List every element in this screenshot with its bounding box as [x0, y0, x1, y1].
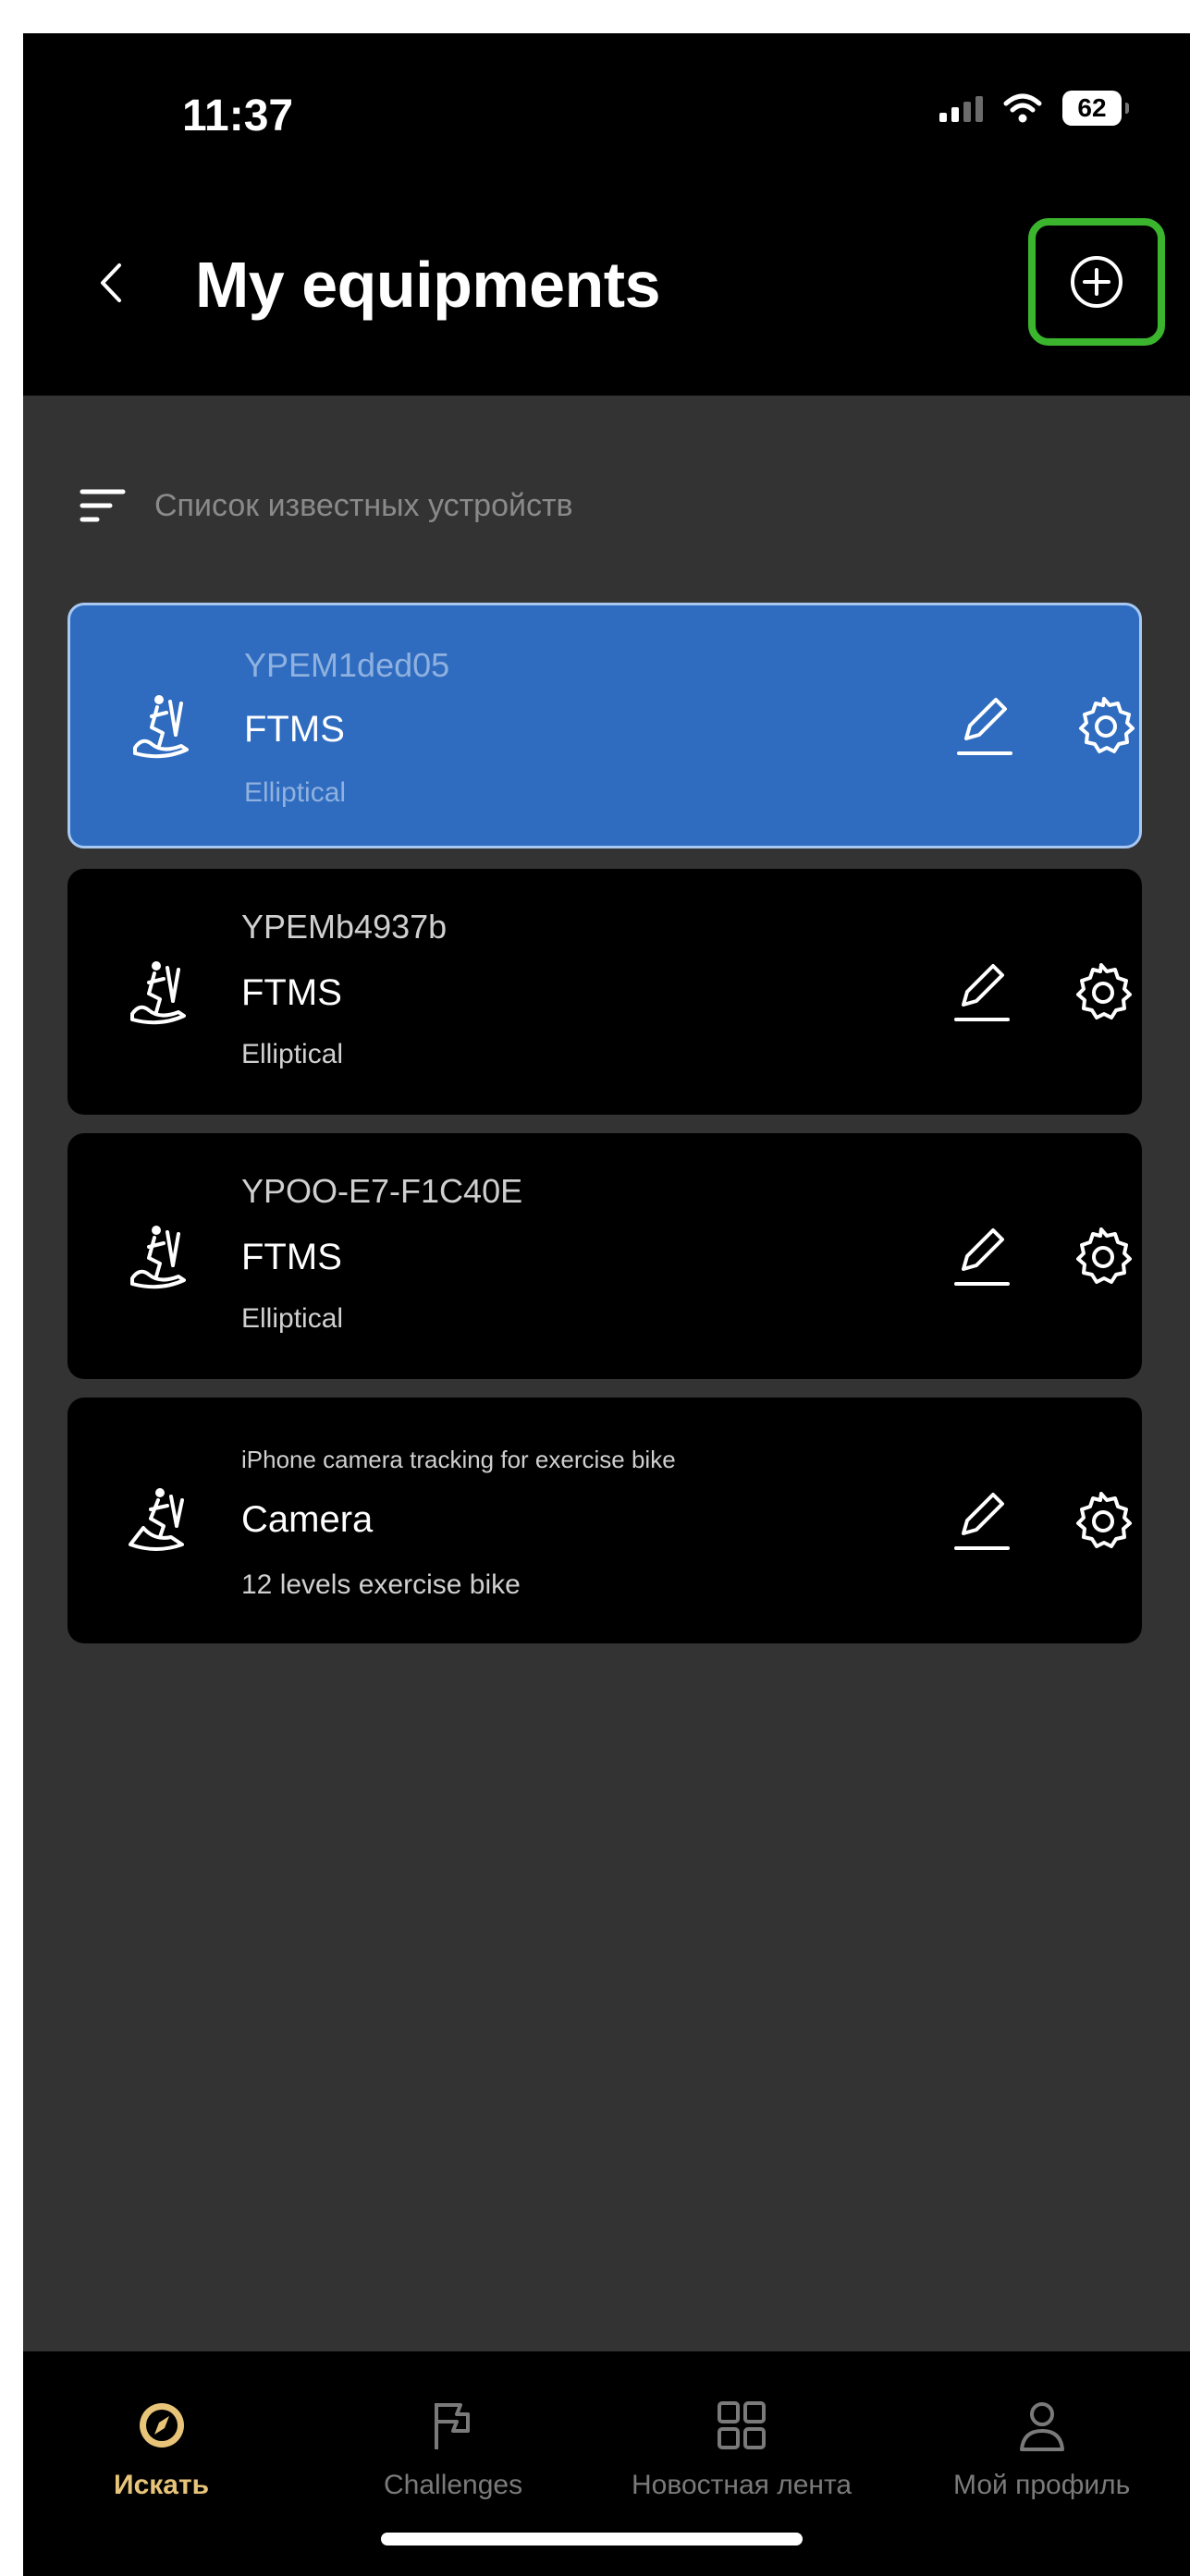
tab-challenges[interactable]: Challenges [384, 2398, 522, 2501]
pencil-icon [957, 698, 1012, 755]
sort-icon [80, 489, 126, 522]
tab-label: Искать [114, 2470, 210, 2500]
sort-filter[interactable]: Список известных устройств [79, 486, 573, 525]
tab-label: Challenges [384, 2470, 523, 2500]
status-time: 11:37 [182, 92, 294, 140]
back-button[interactable] [83, 255, 139, 311]
settings-button[interactable] [1072, 693, 1136, 758]
device-id: iPhone camera tracking for exercise bike [241, 1446, 676, 1473]
elliptical-icon [130, 961, 186, 1025]
device-protocol: FTMS [241, 1237, 342, 1277]
phone-screen: 11:37 62 My equipments Список известных … [23, 33, 1190, 2576]
device-type: 12 levels exercise bike [241, 1569, 521, 1600]
device-type: Elliptical [241, 1303, 344, 1334]
tab-label: Мой профиль [953, 2470, 1131, 2500]
gear-icon [1079, 697, 1135, 753]
device-id: YPEMb4937b [241, 908, 448, 946]
settings-button[interactable] [1069, 1488, 1134, 1553]
tab-profile[interactable]: Мой профиль [953, 2398, 1130, 2501]
wifi-icon [1003, 93, 1042, 123]
settings-button[interactable] [1069, 1224, 1134, 1288]
equipment-card-2[interactable]: YPEMb4937b FTMS Elliptical [67, 869, 1142, 1115]
exercise-bike-icon [129, 1488, 184, 1551]
elliptical-icon [130, 1226, 186, 1289]
person-icon [1019, 2402, 1064, 2451]
compass-icon [139, 2403, 184, 2448]
plus-circle-icon [1071, 256, 1123, 308]
edit-button[interactable] [951, 955, 1015, 1029]
grid-icon [718, 2401, 767, 2449]
equipment-card-4[interactable]: iPhone camera tracking for exercise bike… [67, 1398, 1142, 1643]
device-id: YPEM1ded05 [244, 646, 450, 684]
edit-button[interactable] [951, 1483, 1015, 1557]
tab-search[interactable]: Искать [114, 2398, 209, 2501]
device-type: Elliptical [244, 777, 347, 808]
add-equipment-button[interactable] [1028, 218, 1165, 346]
chevron-left-icon [101, 263, 121, 302]
pencil-icon [954, 1228, 1010, 1286]
filter-label: Список известных устройств [154, 487, 573, 523]
device-id: YPOO-E7-F1C40E [241, 1172, 523, 1210]
tab-news-feed[interactable]: Новостная лента [632, 2398, 852, 2501]
equipment-card-3[interactable]: YPOO-E7-F1C40E FTMS Elliptical [67, 1133, 1142, 1379]
settings-button[interactable] [1069, 959, 1134, 1024]
status-icons: 62 [939, 91, 1129, 126]
home-indicator [381, 2533, 803, 2545]
flag-icon [435, 2403, 471, 2449]
gear-icon [1076, 963, 1132, 1019]
device-type: Elliptical [241, 1039, 344, 1069]
pencil-icon [954, 964, 1010, 1021]
elliptical-icon [133, 695, 189, 759]
tab-label: Новостная лента [632, 2470, 853, 2500]
edit-button[interactable] [951, 1219, 1015, 1293]
top-bar: 11:37 62 My equipments [23, 33, 1190, 396]
device-protocol: FTMS [241, 972, 342, 1013]
edit-button[interactable] [953, 689, 1018, 763]
battery-icon: 62 [1062, 91, 1129, 126]
gear-icon [1076, 1492, 1132, 1548]
device-protocol: FTMS [244, 709, 345, 750]
page-title: My equipments [195, 249, 661, 321]
cellular-signal-icon [939, 94, 983, 122]
equipment-card-1[interactable]: YPEM1ded05 FTMS Elliptical [67, 603, 1142, 848]
pencil-icon [954, 1493, 1010, 1550]
device-protocol: Camera [241, 1499, 374, 1540]
gear-icon [1076, 1227, 1132, 1284]
